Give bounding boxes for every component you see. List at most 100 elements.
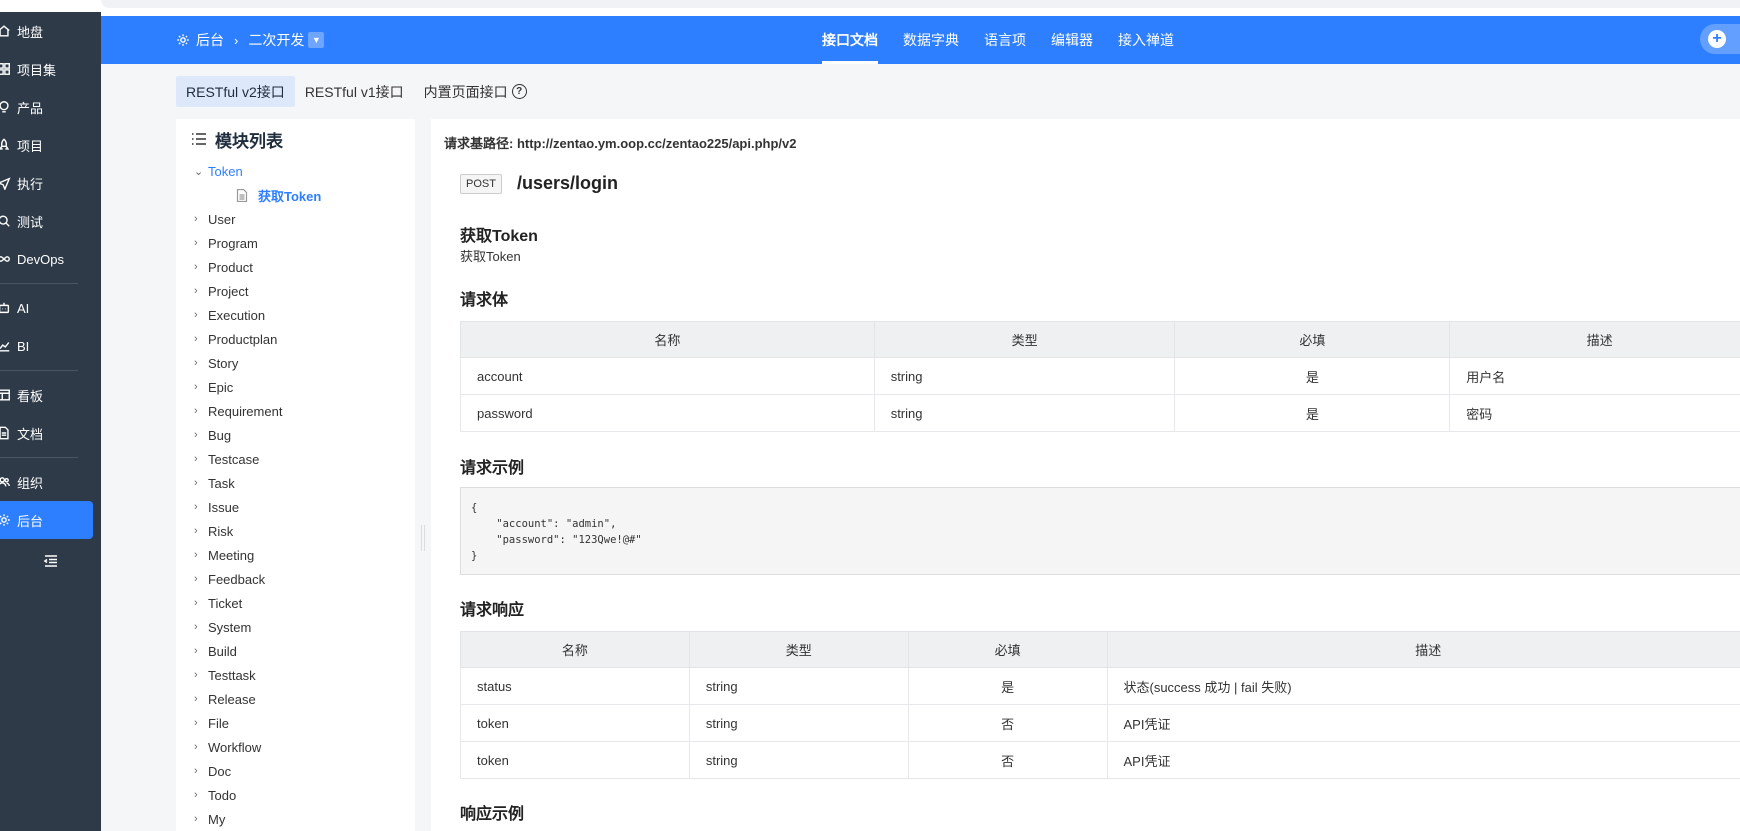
table-header-row: 名称 类型 必填 描述 bbox=[460, 631, 1740, 668]
table-row: account string 是用户名 bbox=[460, 357, 1740, 395]
table-cell: string bbox=[873, 394, 1176, 432]
tree-item-label: Token bbox=[208, 163, 243, 179]
chevron-right-icon: › bbox=[194, 765, 198, 777]
breadcrumb-root[interactable]: 后台 bbox=[196, 30, 224, 50]
tree-item-testcase[interactable]: › Testcase bbox=[194, 447, 415, 471]
browser-top-strip bbox=[101, 0, 1740, 16]
breadcrumb: 后台 › 二次开发 ▼ bbox=[176, 16, 325, 64]
tab-builtin-page[interactable]: 内置页面接口? bbox=[414, 76, 537, 107]
sidebar-item-send[interactable]: 执行 bbox=[0, 164, 101, 202]
table-cell: 是 bbox=[1174, 357, 1451, 395]
sidebar-divider bbox=[0, 283, 78, 284]
table-cell: token bbox=[460, 704, 690, 742]
tree-item-product[interactable]: › Product bbox=[194, 255, 415, 279]
tree-item-issue[interactable]: › Issue bbox=[194, 495, 415, 519]
sidebar-item-label: 看板 bbox=[17, 388, 44, 404]
breadcrumb-current[interactable]: 二次开发 bbox=[248, 30, 304, 50]
top-menu-item[interactable]: 接入禅道 bbox=[1118, 16, 1174, 64]
tree-item-system[interactable]: › System bbox=[194, 615, 415, 639]
document-icon bbox=[236, 188, 248, 202]
tree-item-user[interactable]: › User bbox=[194, 207, 415, 231]
sidebar-item-label: 后台 bbox=[17, 513, 44, 529]
sidebar-item-doc[interactable]: 文档 bbox=[0, 414, 101, 452]
tree-item-project[interactable]: › Project bbox=[194, 279, 415, 303]
request-example-code: { "account": "admin", "password": "123Qw… bbox=[460, 487, 1740, 575]
tree-item-todo[interactable]: › Todo bbox=[194, 783, 415, 807]
tree-item-label: Build bbox=[208, 643, 237, 659]
tree-item-requirement[interactable]: › Requirement bbox=[194, 399, 415, 423]
tree-item-testtask[interactable]: › Testtask bbox=[194, 663, 415, 687]
chevron-right-icon: › bbox=[194, 453, 198, 465]
top-menu-item[interactable]: 语言项 bbox=[984, 16, 1026, 64]
tree-item-build[interactable]: › Build bbox=[194, 639, 415, 663]
chevron-right-icon: › bbox=[194, 813, 198, 825]
tree-item-ticket[interactable]: › Ticket bbox=[194, 591, 415, 615]
tree-item-story[interactable]: › Story bbox=[194, 351, 415, 375]
sidebar-item-robot[interactable]: AI bbox=[0, 289, 101, 327]
sidebar-item-lightbulb[interactable]: 产品 bbox=[0, 88, 101, 126]
tree-item-task[interactable]: › Task bbox=[194, 471, 415, 495]
sidebar-item-rocket[interactable]: 项目 bbox=[0, 126, 101, 164]
chevron-right-icon: › bbox=[234, 32, 239, 48]
sidebar-item-home[interactable]: 地盘 bbox=[0, 12, 101, 50]
chevron-down-icon[interactable]: ▼ bbox=[308, 32, 325, 48]
tree-item-label: User bbox=[208, 211, 236, 227]
sidebar-item-label: 文档 bbox=[17, 426, 44, 442]
table-cell: token bbox=[460, 741, 690, 779]
table-cell: account bbox=[460, 357, 875, 395]
request-body-rows: account string 是用户名 password string 是密码 bbox=[460, 357, 1740, 432]
sidebar-item-search[interactable]: 测试 bbox=[0, 202, 101, 240]
column-header: 类型 bbox=[688, 631, 909, 668]
add-button[interactable]: + bbox=[1700, 24, 1740, 54]
tree-item-execution[interactable]: › Execution bbox=[194, 303, 415, 327]
tree-item-bug[interactable]: › Bug bbox=[194, 423, 415, 447]
sidebar-item-infinity[interactable]: DevOps bbox=[0, 240, 101, 278]
tab-restful-v2[interactable]: RESTful v2接口 bbox=[176, 76, 295, 107]
tree-item-file[interactable]: › File bbox=[194, 711, 415, 735]
chevron-right-icon: › bbox=[194, 261, 198, 273]
tree-item-label: File bbox=[208, 715, 229, 731]
chevron-right-icon: › bbox=[194, 597, 198, 609]
sidebar-item-label: DevOps bbox=[17, 251, 64, 267]
api-detail: 请求基路径: http://zentao.ym.oop.cc/zentao225… bbox=[431, 119, 1740, 831]
tree-item-productplan[interactable]: › Productplan bbox=[194, 327, 415, 351]
sidebar-item-grid[interactable]: 项目集 bbox=[0, 50, 101, 88]
sidebar-item-gear[interactable]: 后台 bbox=[0, 501, 93, 539]
tree-item-feedback[interactable]: › Feedback bbox=[194, 567, 415, 591]
tree-item-token[interactable]: ⌄ Token bbox=[194, 159, 415, 183]
tree-item-program[interactable]: › Program bbox=[194, 231, 415, 255]
sidebar-item-people[interactable]: 组织 bbox=[0, 463, 101, 501]
sidebar-item-label: 项目 bbox=[17, 138, 44, 154]
tree-item-workflow[interactable]: › Workflow bbox=[194, 735, 415, 759]
tab-restful-v1[interactable]: RESTful v1接口 bbox=[295, 76, 414, 107]
table-cell: 是 bbox=[1174, 394, 1451, 432]
tree-child-get-token[interactable]: 获取Token bbox=[194, 183, 415, 207]
chevron-right-icon: › bbox=[194, 405, 198, 417]
tree-item-label: Execution bbox=[208, 307, 266, 323]
kanban-icon bbox=[0, 387, 14, 403]
top-menu-item[interactable]: 编辑器 bbox=[1051, 16, 1093, 64]
chevron-right-icon: › bbox=[194, 285, 198, 297]
sidebar-item-kanban[interactable]: 看板 bbox=[0, 376, 101, 414]
table-cell: 否 bbox=[907, 741, 1108, 779]
top-header: 后台 › 二次开发 ▼ 接口文档 数据字典 语言项 编辑器 接入禅道 + bbox=[101, 16, 1740, 64]
table-cell: string bbox=[688, 704, 909, 742]
infinity-icon bbox=[0, 251, 14, 267]
panel-splitter[interactable] bbox=[421, 525, 425, 551]
sidebar-item-chart[interactable]: BI bbox=[0, 327, 101, 365]
tree-item-meeting[interactable]: › Meeting bbox=[194, 543, 415, 567]
chart-icon bbox=[0, 338, 14, 354]
tree-item-label: Testtask bbox=[208, 667, 256, 683]
top-menu-item[interactable]: 数据字典 bbox=[903, 16, 959, 64]
sidebar-item-label: 项目集 bbox=[17, 62, 57, 78]
collapse-sidebar-button[interactable] bbox=[0, 553, 101, 569]
top-menu-item[interactable]: 接口文档 bbox=[822, 16, 878, 64]
column-header: 名称 bbox=[460, 631, 690, 668]
tree-item-risk[interactable]: › Risk bbox=[194, 519, 415, 543]
tree-item-doc[interactable]: › Doc bbox=[194, 759, 415, 783]
help-icon[interactable]: ? bbox=[511, 84, 527, 99]
tree-item-label: Bug bbox=[208, 427, 232, 443]
tree-item-my[interactable]: › My bbox=[194, 807, 415, 831]
tree-item-epic[interactable]: › Epic bbox=[194, 375, 415, 399]
tree-item-release[interactable]: › Release bbox=[194, 687, 415, 711]
